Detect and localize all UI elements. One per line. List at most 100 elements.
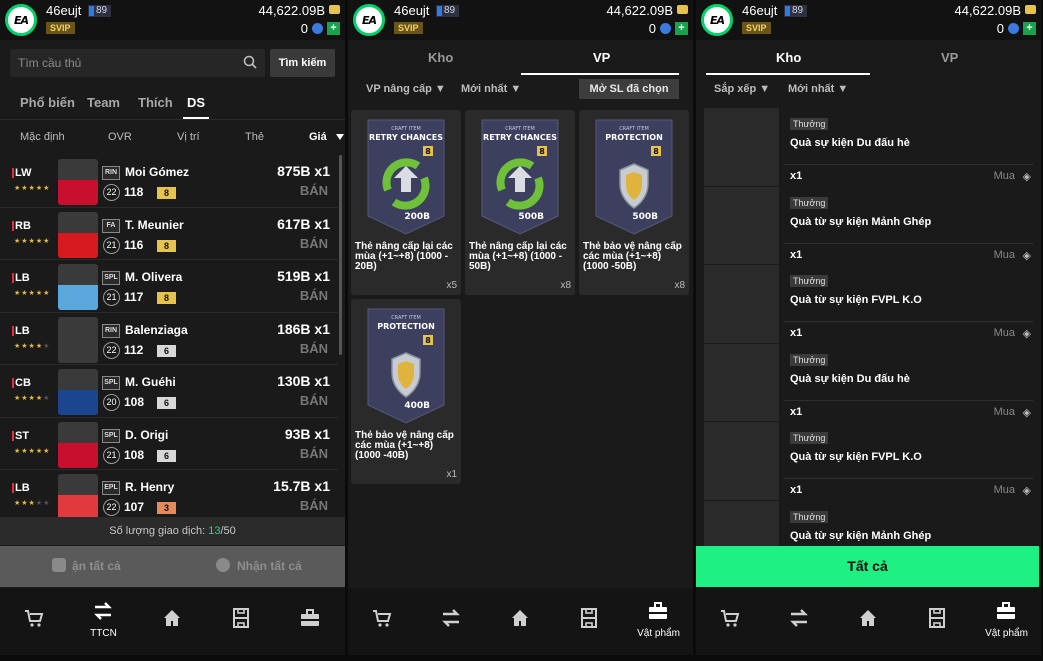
add-currency-button[interactable]: + bbox=[1023, 22, 1036, 35]
tab-team[interactable]: Team bbox=[87, 95, 120, 110]
nav-shop[interactable] bbox=[0, 588, 69, 655]
nav-home[interactable] bbox=[138, 588, 207, 655]
nav-transfer[interactable]: TTCN bbox=[69, 588, 138, 655]
vp-card[interactable]: CRAFT ITEM PROTECTION 8 500B Thẻ bảo vệ nâng… bbox=[579, 110, 689, 295]
sell-button[interactable]: BÁN bbox=[300, 498, 328, 513]
buy-button[interactable]: Mua bbox=[994, 484, 1015, 496]
filter-category[interactable]: VP nâng cấp ▼ bbox=[366, 83, 446, 95]
sell-button[interactable]: BÁN bbox=[300, 393, 328, 408]
nav-home[interactable] bbox=[486, 588, 555, 655]
nav-transfer[interactable] bbox=[417, 588, 486, 655]
player-level: 20 bbox=[103, 394, 120, 411]
nav-items[interactable]: Vật phẩm bbox=[624, 588, 693, 655]
player-row[interactable]: RB ★★★★★ FA T. Meunier 21 116 8 617B x1 BÁN bbox=[0, 208, 338, 260]
add-currency-button[interactable]: + bbox=[327, 22, 340, 35]
card-value: 400B bbox=[404, 401, 430, 411]
nav-items[interactable] bbox=[276, 588, 345, 655]
tab-popular[interactable]: Phổ biến bbox=[20, 95, 75, 110]
tab-divider bbox=[0, 119, 345, 120]
sort-default[interactable]: Mặc định bbox=[20, 131, 65, 143]
vip-badge: SVIP bbox=[46, 22, 75, 34]
player-row[interactable]: LB ★★★★★ RIN Balenziaga 22 112 6 186B x1 BÁN bbox=[0, 313, 338, 365]
sell-button[interactable]: BÁN bbox=[300, 446, 328, 461]
buy-button[interactable]: Mua bbox=[994, 406, 1015, 418]
search-input[interactable]: Tìm cầu thủ bbox=[10, 49, 265, 77]
ea-logo[interactable]: EA bbox=[353, 4, 385, 36]
craft-item-art: CRAFT ITEMPROTECTION 8 400B bbox=[367, 308, 445, 424]
storage-item[interactable]: Thưởng Quà sự kiện Du đấu hè x1 Mua ◈ bbox=[704, 343, 1033, 422]
cart-icon bbox=[373, 610, 392, 627]
player-row[interactable]: ST ★★★★★ SPL D. Origi 21 108 6 93B x1 BÁN bbox=[0, 418, 338, 470]
ea-logo[interactable]: EA bbox=[701, 4, 733, 36]
craft-label: CRAFT ITEM bbox=[505, 126, 535, 132]
nav-squad[interactable] bbox=[903, 588, 972, 655]
vp-card-title: Thẻ nâng cấp lại các mùa (+1~+8) (1000 -… bbox=[355, 241, 453, 272]
filter-newest-label: Mới nhất bbox=[788, 83, 835, 95]
search-placeholder: Tìm cầu thủ bbox=[18, 56, 82, 70]
filter-sort-order[interactable]: Sắp xếp ▼ bbox=[714, 83, 770, 95]
coin-b-icon bbox=[216, 558, 230, 572]
player-level: 22 bbox=[103, 184, 120, 201]
nav-transfer[interactable] bbox=[765, 588, 834, 655]
vp-card[interactable]: CRAFT ITEM RETRY CHANCES 8 500B Thẻ nâng cấp… bbox=[465, 110, 575, 295]
buy-button[interactable]: Mua bbox=[994, 327, 1015, 339]
item-thumbnail bbox=[704, 343, 779, 422]
buy-button[interactable]: Mua bbox=[994, 170, 1015, 182]
sort-card[interactable]: Thẻ bbox=[245, 131, 264, 143]
claim-all-button[interactable]: Tất cả bbox=[696, 546, 1039, 587]
sell-button[interactable]: BÁN bbox=[300, 236, 328, 251]
player-row[interactable]: CB ★★★★★ SPL M. Guéhi 20 108 6 130B x1 BÁN bbox=[0, 365, 338, 418]
sell-button[interactable]: BÁN bbox=[300, 341, 328, 356]
trade-count-label: Số lượng giao dịch: bbox=[109, 525, 206, 537]
sort-position[interactable]: Vị trí bbox=[177, 131, 200, 143]
vp-card[interactable]: CRAFT ITEM RETRY CHANCES 8 200B Thẻ nâng cấp… bbox=[351, 110, 461, 295]
tab-list[interactable]: DS bbox=[182, 95, 210, 119]
storage-item[interactable]: ThưởngQuà từ sự kiện Mảnh Ghépx1Mua◈ bbox=[704, 500, 1033, 548]
coin-balance: 44,622.09B bbox=[258, 3, 325, 18]
card-value: 200B bbox=[404, 212, 430, 222]
ea-logo[interactable]: EA bbox=[5, 4, 37, 36]
nav-items[interactable]: Vật phẩm bbox=[972, 588, 1041, 655]
tab-vp[interactable]: VP bbox=[593, 50, 610, 65]
tab-storage[interactable]: Kho bbox=[428, 50, 453, 65]
storage-item[interactable]: Thưởng Quà sự kiện Du đấu hè x1 Mua ◈ bbox=[704, 108, 1033, 187]
nav-shop[interactable] bbox=[348, 588, 417, 655]
filter-category-label: VP nâng cấp bbox=[366, 83, 432, 95]
diamond-icon: ◈ bbox=[1022, 171, 1031, 183]
item-name: Quà từ sự kiện FVPL K.O bbox=[790, 294, 922, 306]
vp-card[interactable]: CRAFT ITEM PROTECTION 8 400B Thẻ bảo vệ nâng… bbox=[351, 299, 461, 484]
sell-button[interactable]: BÁN bbox=[300, 183, 328, 198]
storage-item[interactable]: Thưởng Quà từ sự kiện FVPL K.O x1 Mua ◈ bbox=[704, 265, 1033, 344]
nav-home[interactable] bbox=[834, 588, 903, 655]
filter-sort[interactable]: Mới nhất ▼ bbox=[461, 83, 521, 95]
nav-squad[interactable] bbox=[555, 588, 624, 655]
tab-favorite[interactable]: Thích bbox=[138, 95, 173, 110]
storage-item[interactable]: ThưởngQuà từ sự kiện Mảnh Ghépx1Mua◈ bbox=[704, 186, 1033, 265]
claim-bar: ận tất cả Nhận tất cả bbox=[0, 546, 345, 587]
storage-item[interactable]: Thưởng Quà từ sự kiện FVPL K.O x1 Mua ◈ bbox=[704, 422, 1033, 501]
sort-price[interactable]: Giá bbox=[309, 131, 327, 143]
search-icon[interactable] bbox=[243, 55, 257, 69]
diamond-icon: ◈ bbox=[1022, 249, 1031, 262]
claim-players-button[interactable]: ận tất cả bbox=[72, 559, 121, 573]
add-currency-button[interactable]: + bbox=[675, 22, 688, 35]
vp-card-qty: x5 bbox=[446, 280, 457, 291]
claim-all-button[interactable]: Nhận tất cả bbox=[237, 559, 302, 573]
buy-button[interactable]: Mua bbox=[994, 249, 1015, 261]
diamond-icon: ◈ bbox=[1022, 485, 1031, 497]
tab-vp[interactable]: VP bbox=[941, 50, 958, 65]
sort-ovr[interactable]: OVR bbox=[108, 131, 132, 143]
player-row[interactable]: LB ★★★★★ SPL M. Olivera 21 117 8 519B x1 BÁN bbox=[0, 260, 338, 313]
sell-button[interactable]: BÁN bbox=[300, 288, 328, 303]
tab-storage[interactable]: Kho bbox=[776, 50, 801, 65]
nav-squad[interactable] bbox=[207, 588, 276, 655]
search-button[interactable]: Tìm kiếm bbox=[270, 49, 335, 77]
storage-panel: EA 46eujt 89 SVIP 44,622.09B 0 + Kho VP … bbox=[696, 0, 1041, 655]
filter-newest[interactable]: Mới nhất ▼ bbox=[788, 83, 848, 95]
open-selected-button[interactable]: Mở SL đã chọn bbox=[579, 79, 679, 99]
player-row[interactable]: LB ★★★★★ EPL R. Henry 22 107 3 15.7B x1 BÁN bbox=[0, 470, 338, 517]
player-row[interactable]: LW ★★★★★ RIN Moi Gómez 22 118 8 875B x1 BÁN bbox=[0, 155, 338, 208]
star-rating: ★★★★★ bbox=[14, 342, 51, 350]
list-scrollbar[interactable] bbox=[339, 155, 342, 355]
nav-shop[interactable] bbox=[696, 588, 765, 655]
